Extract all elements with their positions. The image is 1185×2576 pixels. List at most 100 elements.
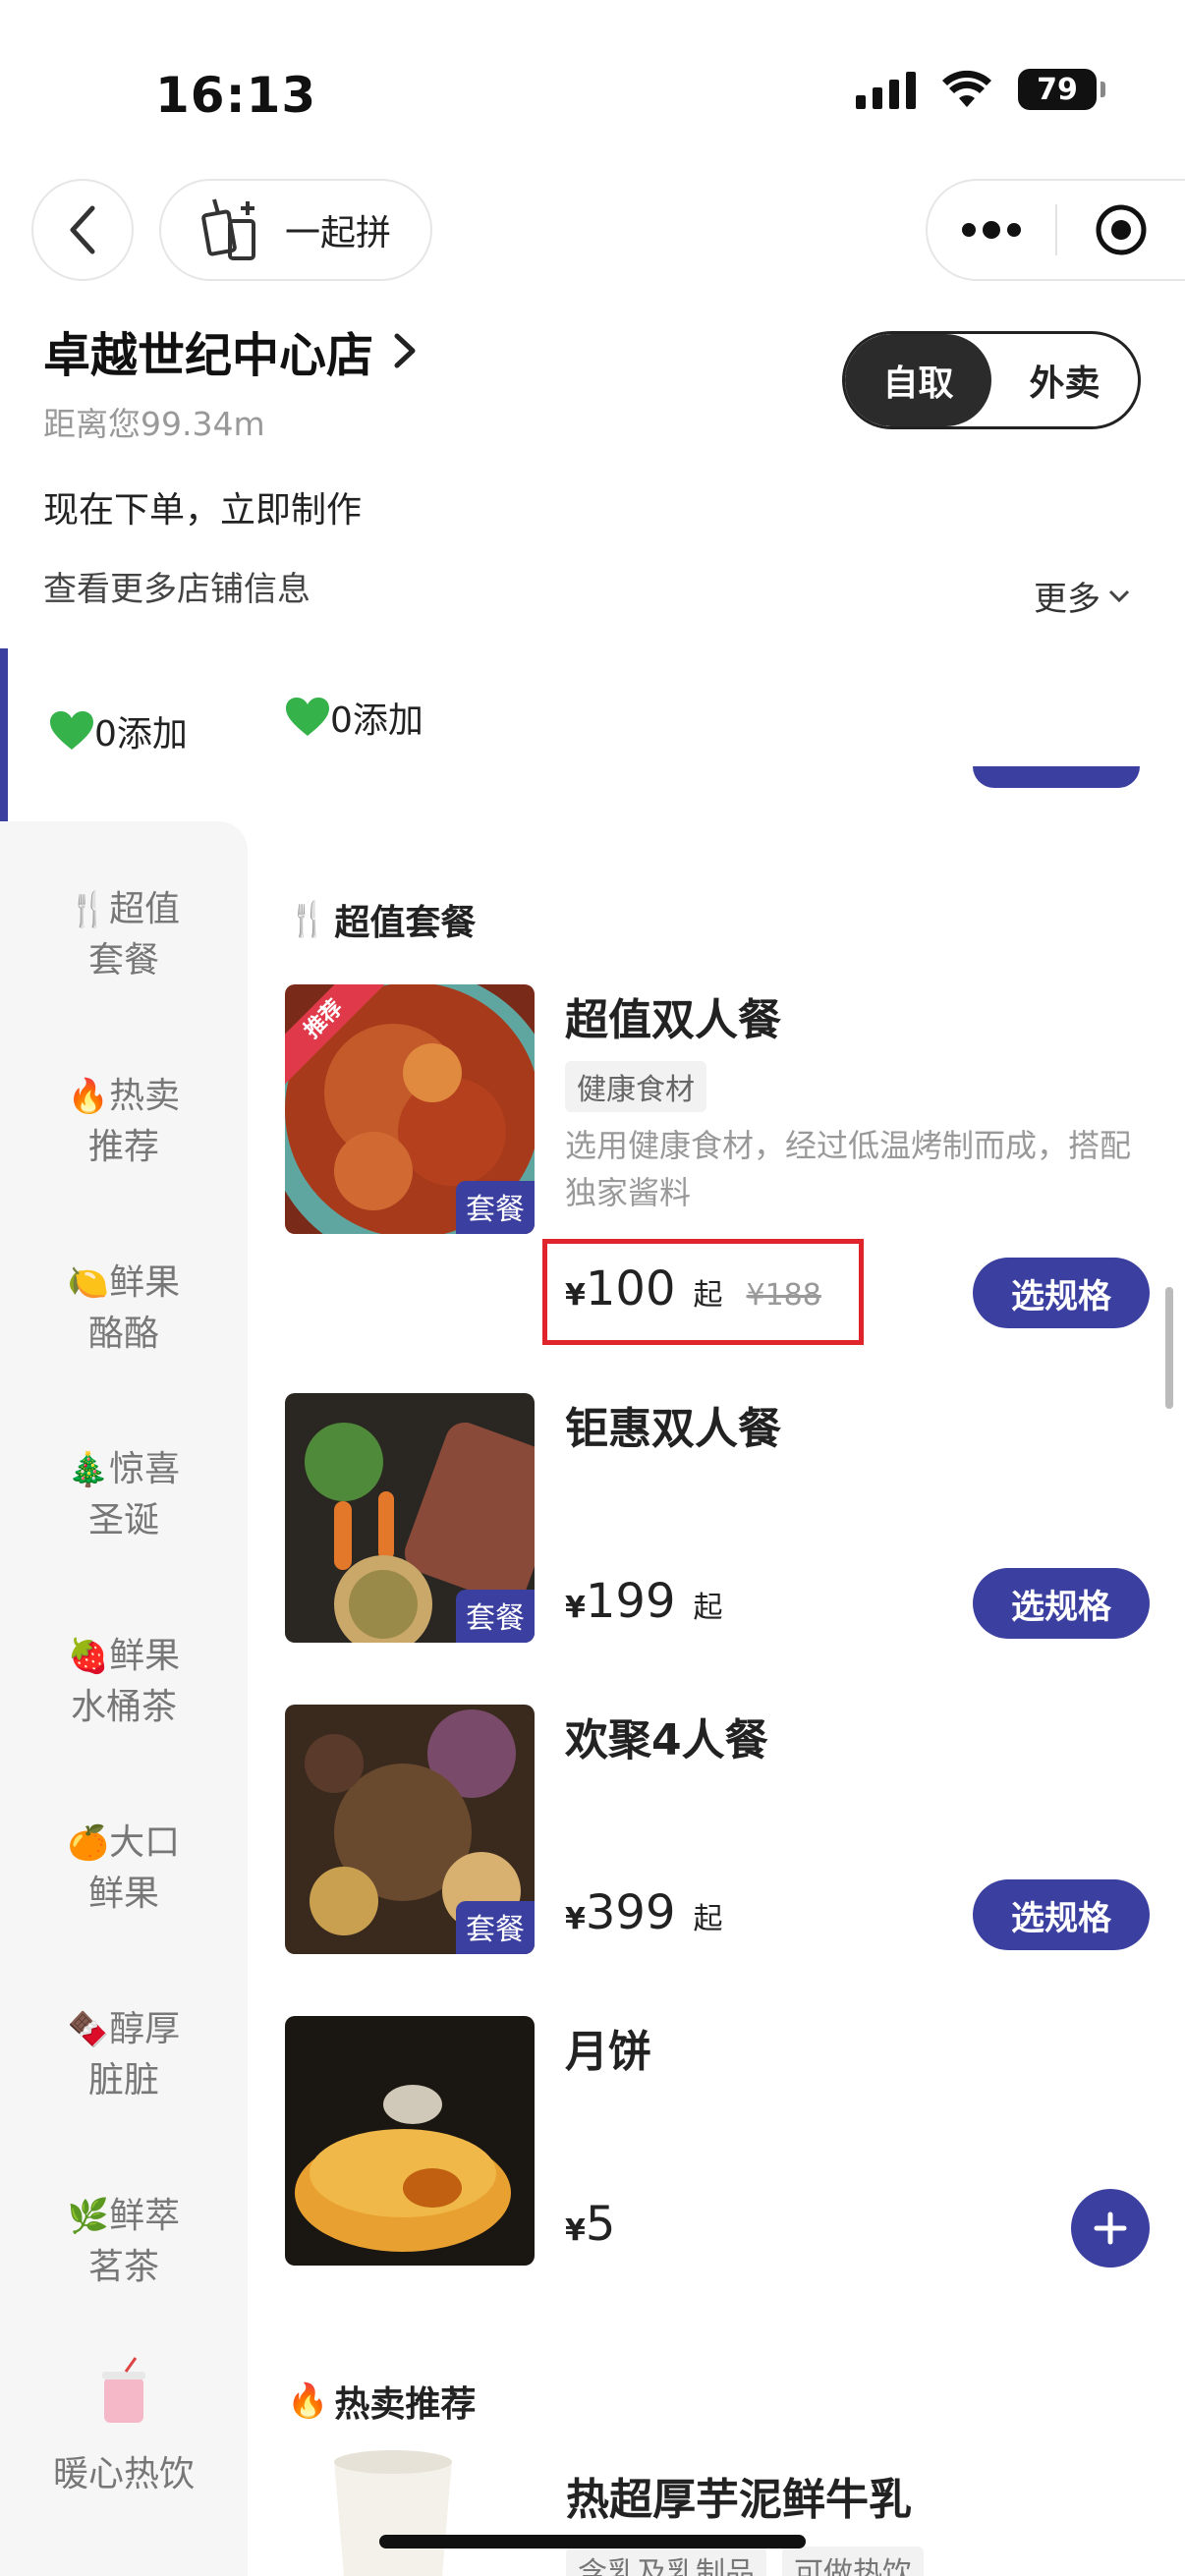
home-indicator[interactable]	[379, 2535, 806, 2548]
fork-knife-icon: 🍴	[67, 890, 110, 929]
price-suffix: 起	[693, 1902, 723, 1936]
product-image: 套餐	[285, 1705, 535, 1954]
store-name: 卓越世纪中心店	[43, 328, 374, 383]
favorite-add-2[interactable]: 0添加	[285, 692, 423, 743]
sidebar-item-label: 惊喜	[109, 1449, 181, 1489]
sidebar-item-label: 暖心热饮	[52, 2454, 195, 2494]
sidebar-item-fruit-cheese[interactable]: 🍋鲜果 酪酪	[0, 1258, 248, 1360]
sidebar-item-label: 酪酪	[87, 1314, 159, 1354]
product-tags: 含乳及乳制品 可做热饮	[566, 2547, 924, 2576]
more-menu-button[interactable]	[928, 181, 1055, 279]
battery-icon: 79	[1018, 69, 1105, 110]
christmas-tree-icon: 🎄	[67, 1450, 110, 1489]
target-close-icon	[1096, 204, 1147, 255]
price-value: 5	[585, 2197, 616, 2252]
price-value: 199	[585, 1574, 676, 1629]
currency-symbol: ¥	[565, 1902, 586, 1936]
sidebar-item-christmas[interactable]: 🎄惊喜 圣诞	[0, 1444, 248, 1546]
sidebar-item-bucket-tea[interactable]: 🍓鲜果 水桶茶	[0, 1631, 248, 1733]
combo-badge: 套餐	[456, 1181, 535, 1234]
sidebar-item-big-fruit[interactable]: 🍊大口 鲜果	[0, 1818, 248, 1920]
sidebar-item-label: 醇厚	[109, 2009, 181, 2049]
add-to-cart-button[interactable]	[1071, 2189, 1150, 2268]
sidebar-item-hot-drink[interactable]: 暖心热饮	[0, 2356, 248, 2500]
pickup-tab[interactable]: 自取	[845, 334, 991, 426]
status-icons: 79	[856, 69, 1105, 110]
wifi-icon	[942, 70, 991, 107]
more-toggle-label: 更多	[1034, 580, 1100, 619]
product-price: ¥ 199 起	[565, 1574, 723, 1629]
sidebar-item-combo[interactable]: 🍴超值 套餐	[0, 884, 248, 986]
partial-button[interactable]	[973, 766, 1140, 788]
chocolate-icon: 🍫	[67, 2010, 110, 2049]
product-card[interactable]: 月饼 ¥ 5	[285, 2016, 1150, 2268]
hot-drink-cup-icon	[102, 2357, 145, 2423]
select-spec-button[interactable]: 选规格	[973, 1258, 1150, 1328]
sidebar-item-label: 圣诞	[87, 1500, 159, 1540]
price-value: 399	[585, 1885, 676, 1940]
product-image	[285, 2016, 535, 2266]
delivery-tab[interactable]: 外卖	[991, 334, 1138, 426]
sidebar-item-label: 鲜果	[109, 1262, 181, 1303]
chevron-down-icon	[1108, 589, 1130, 602]
plus-icon	[1094, 2212, 1127, 2245]
more-toggle[interactable]: 更多	[1034, 572, 1130, 620]
group-order-label: 一起拼	[284, 213, 391, 253]
select-spec-button[interactable]: 选规格	[973, 1879, 1150, 1950]
product-tag: 健康食材	[565, 1061, 706, 1112]
favorite-add-1[interactable]: 0添加	[49, 705, 188, 756]
sidebar-item-label: 大口	[109, 1822, 181, 1863]
combo-badge: 套餐	[456, 1901, 535, 1954]
group-order-button[interactable]: 一起拼	[159, 179, 432, 281]
more-dots-icon	[962, 221, 1021, 239]
price-suffix: 起	[693, 1591, 723, 1625]
select-spec-button[interactable]: 选规格	[973, 1568, 1150, 1639]
sidebar-item-label: 热卖	[109, 1076, 181, 1116]
mini-program-capsule	[926, 179, 1185, 281]
sidebar-item-label: 脏脏	[87, 2060, 159, 2100]
currency-symbol: ¥	[565, 1591, 586, 1625]
green-heart-icon	[50, 711, 93, 750]
store-info-link[interactable]: 查看更多店铺信息	[43, 562, 310, 610]
status-time: 16:13	[155, 67, 317, 124]
order-status: 现在下单，立即制作	[43, 490, 363, 531]
back-button[interactable]	[31, 179, 134, 281]
section-title-label: 超值套餐	[334, 903, 477, 943]
chevron-right-icon	[394, 333, 416, 368]
sidebar-item-dirty[interactable]: 🍫醇厚 脏脏	[0, 2004, 248, 2106]
mooncake-image	[285, 2016, 535, 2266]
active-tab-indicator	[0, 648, 8, 821]
battery-level: 79	[1037, 72, 1078, 107]
product-name: 超值双人餐	[565, 995, 781, 1045]
cellular-signal-icon	[856, 70, 916, 109]
close-miniapp-button[interactable]	[1057, 181, 1185, 279]
product-card[interactable]: 套餐 欢聚4人餐 ¥ 399 起 选规格	[285, 1705, 1150, 1954]
sidebar-item-label: 鲜果	[87, 1874, 159, 1914]
lemon-icon: 🍋	[67, 1263, 110, 1303]
sidebar-item-tea[interactable]: 🌿鲜萃 茗茶	[0, 2191, 248, 2293]
combo-badge: 套餐	[456, 1590, 535, 1643]
product-tag: 可做热饮	[782, 2547, 924, 2576]
scrollbar[interactable]	[1165, 1287, 1173, 1409]
store-name-link[interactable]: 卓越世纪中心店	[43, 316, 417, 385]
fire-icon: 🔥	[67, 1077, 110, 1116]
product-tag: 含乳及乳制品	[566, 2547, 766, 2576]
product-name: 月饼	[565, 2027, 651, 2077]
product-card[interactable]: 套餐 钜惠双人餐 ¥ 199 起 选规格	[285, 1393, 1150, 1643]
product-description: 选用健康食材，经过低温烤制而成，搭配独家酱料	[565, 1127, 1132, 1211]
store-distance: 距离您99.34m	[43, 405, 265, 443]
sidebar-item-label: 推荐	[87, 1127, 159, 1167]
product-name: 热超厚芋泥鲜牛乳	[566, 2475, 912, 2525]
leaf-icon: 🌿	[67, 2197, 110, 2236]
product-image: 推荐 套餐	[285, 984, 535, 1234]
product-price: ¥ 399 起	[565, 1885, 723, 1940]
price-highlight-box	[542, 1239, 864, 1345]
product-image	[285, 2440, 535, 2576]
sidebar-item-hot[interactable]: 🔥热卖 推荐	[0, 1071, 248, 1173]
sidebar-item-label: 鲜萃	[109, 2196, 181, 2236]
chevron-left-icon	[70, 205, 95, 254]
section-title-hot: 🔥 热卖推荐	[287, 2376, 476, 2427]
milk-cup-image	[285, 2440, 535, 2576]
order-mode-switch: 自取 外卖	[842, 331, 1141, 429]
product-name: 钜惠双人餐	[565, 1404, 781, 1454]
